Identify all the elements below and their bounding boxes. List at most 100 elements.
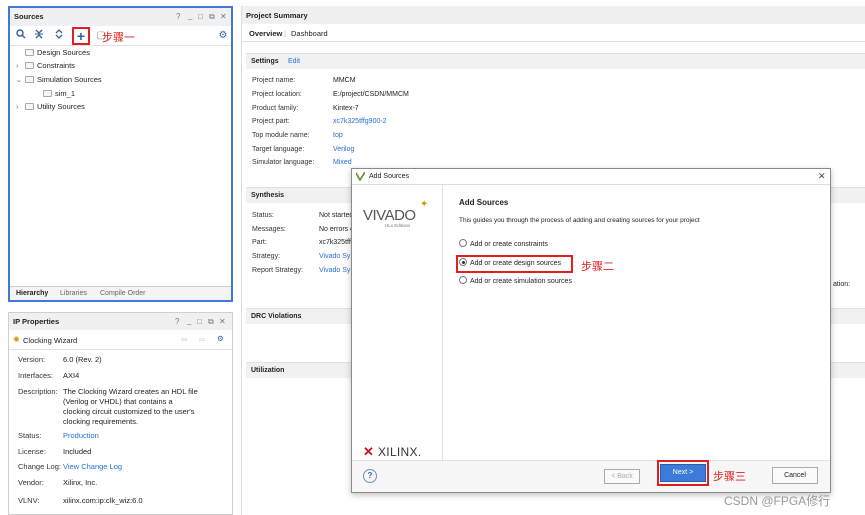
ip-name: Clocking Wizard: [23, 336, 78, 345]
project-summary-header: Project Summary: [242, 6, 865, 24]
radio-button[interactable]: [459, 239, 467, 247]
settings-edit-link[interactable]: Edit: [288, 58, 300, 65]
dialog-heading: Add Sources: [459, 198, 509, 207]
dialog-footer: ? < Back Next > 步骤三 Cancel: [352, 460, 830, 492]
synthesis-value: Not started: [319, 212, 354, 219]
back-arrow-icon[interactable]: ⇦: [181, 335, 187, 344]
folder-icon: [25, 62, 34, 69]
maximize-icon[interactable]: □: [198, 12, 203, 21]
dialog-logo-pane: VIVADO ✦ HLx Editions ✕ XILINX.: [352, 185, 443, 460]
setting-label: Project name:: [252, 77, 296, 84]
project-summary-title: Project Summary: [246, 11, 308, 20]
help-button[interactable]: ?: [363, 469, 377, 483]
synthesis-label: Strategy:: [252, 253, 281, 260]
tab-overview[interactable]: Overview: [249, 29, 282, 38]
settings-heading: Settings: [251, 58, 279, 65]
cancel-button[interactable]: Cancel: [772, 467, 818, 484]
simulator-language-link[interactable]: Mixed: [333, 159, 352, 166]
option-constraints[interactable]: Add or create constraints: [459, 239, 548, 251]
expand-all-icon[interactable]: [52, 29, 66, 43]
vivado-app-icon: [355, 171, 366, 183]
tab-libraries[interactable]: Libraries: [60, 290, 87, 297]
synthesis-label: Messages:: [252, 226, 286, 233]
setting-label: Simulator language:: [252, 159, 315, 166]
tree-item-design-sources[interactable]: Design Sources: [16, 46, 90, 59]
prop-description: The Clocking Wizard creates an HDL file …: [63, 387, 198, 426]
float-icon[interactable]: ⧉: [209, 12, 215, 22]
cut-off-label: ation:: [833, 281, 851, 288]
step2-highlight-box: [456, 255, 573, 273]
settings-section: Settings Edit: [246, 53, 865, 69]
ip-name-row: ✺ Clocking Wizard ⇦ ⇨ ⚙: [13, 334, 228, 348]
prop-label: Change Log:: [18, 462, 61, 471]
prop-label: Status:: [18, 431, 42, 440]
folder-icon: [25, 49, 34, 56]
vivado-logo: VIVADO: [363, 207, 416, 224]
prop-label: Version:: [18, 355, 46, 364]
float-icon[interactable]: ⧉: [208, 317, 214, 327]
sources-header: Sources ? _ □ ⧉ ✕: [10, 8, 231, 26]
sources-toolbar: + ▢ 步骤一 ⚙: [10, 26, 231, 46]
tab-hierarchy[interactable]: Hierarchy: [16, 290, 48, 297]
target-language-link[interactable]: Verilog: [333, 146, 354, 153]
prop-label: License:: [18, 447, 46, 456]
search-icon[interactable]: [14, 29, 28, 43]
ip-properties-panel: IP Properties ? _ □ ⧉ ✕ ✺ Clocking Wizar…: [8, 312, 233, 515]
setting-value: E:/project/CSDN/MMCM: [333, 91, 409, 98]
dialog-description: This guides you through the process of a…: [459, 217, 700, 224]
minimize-icon[interactable]: _: [187, 316, 191, 325]
back-button[interactable]: < Back: [604, 469, 640, 484]
option-simulation-sources[interactable]: Add or create simulation sources: [459, 276, 572, 288]
next-button[interactable]: Next >: [660, 464, 706, 482]
project-part-link[interactable]: xc7k325tffg900-2: [333, 118, 387, 125]
strategy-link[interactable]: Vivado Sy: [319, 253, 350, 260]
prop-value: Xilinx, Inc.: [63, 478, 98, 487]
status-link[interactable]: Production: [63, 431, 99, 440]
prop-label: VLNV:: [18, 496, 40, 505]
radio-button[interactable]: [459, 276, 467, 284]
tab-compile-order[interactable]: Compile Order: [100, 290, 146, 297]
forward-arrow-icon[interactable]: ⇨: [199, 335, 205, 344]
tab-dashboard[interactable]: Dashboard: [291, 29, 328, 38]
tree-item-constraints[interactable]: › Constraints: [16, 59, 75, 72]
help-icon[interactable]: ?: [175, 317, 179, 326]
minimize-icon[interactable]: _: [188, 11, 192, 20]
step1-annotation: 步骤一: [102, 32, 135, 44]
close-icon[interactable]: ✕: [219, 317, 226, 326]
dialog-titlebar: Add Sources ✕: [352, 169, 830, 185]
prop-value: AXI4: [63, 371, 80, 380]
top-module-link[interactable]: top: [333, 132, 343, 139]
dialog-close-icon[interactable]: ✕: [818, 171, 826, 182]
vivado-logo-mark: ✦: [420, 199, 429, 210]
setting-label: Product family:: [252, 105, 299, 112]
collapse-all-icon[interactable]: [32, 29, 46, 43]
report-strategy-link[interactable]: Vivado Sy: [319, 267, 350, 274]
folder-icon: [25, 103, 34, 110]
sources-panel: Sources ? _ □ ⧉ ✕ + ▢ 步骤一 ⚙ Design Sourc…: [8, 6, 233, 302]
sources-tabs: Hierarchy Libraries Compile Order: [10, 286, 231, 300]
prop-value: xilinx.com:ip:clk_wiz:6.0: [63, 496, 143, 505]
maximize-icon[interactable]: □: [197, 317, 202, 326]
gear-icon[interactable]: ⚙: [216, 29, 230, 43]
prop-label: Description:: [18, 387, 58, 396]
tree-item-sim-1[interactable]: sim_1: [34, 87, 75, 100]
prop-value: 6.0 (Rev. 2): [63, 355, 102, 364]
gear-icon[interactable]: ⚙: [217, 334, 224, 343]
folder-icon: [43, 90, 52, 97]
add-sources-button[interactable]: +: [72, 27, 90, 45]
help-icon[interactable]: ?: [176, 12, 180, 21]
tree-item-simulation-sources[interactable]: ⌄ Simulation Sources: [16, 73, 102, 86]
synthesis-value: xc7k325tff: [319, 239, 351, 246]
divider: [9, 349, 232, 350]
chevron-right-icon[interactable]: ›: [16, 101, 25, 114]
summary-tabs: Overview | Dashboard: [242, 24, 865, 42]
step2-annotation: 步骤二: [581, 261, 614, 273]
tree-item-utility-sources[interactable]: › Utility Sources: [16, 100, 85, 113]
xilinx-logo: XILINX.: [378, 445, 422, 459]
change-log-link[interactable]: View Change Log: [63, 462, 122, 471]
chevron-down-icon[interactable]: ⌄: [16, 74, 25, 87]
chevron-right-icon[interactable]: ›: [16, 60, 25, 73]
synthesis-heading: Synthesis: [251, 192, 285, 199]
setting-label: Target language:: [252, 146, 305, 153]
close-icon[interactable]: ✕: [220, 12, 227, 21]
